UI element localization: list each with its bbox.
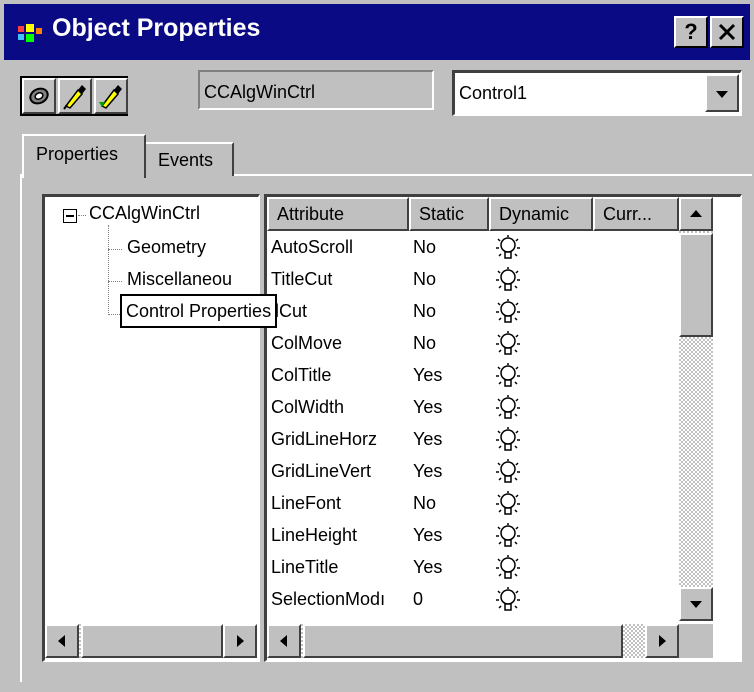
- static-value: No: [413, 493, 437, 513]
- object-name-value: Control1: [459, 83, 528, 103]
- static-value: Yes: [413, 461, 443, 481]
- tab-properties[interactable]: Properties: [22, 134, 146, 178]
- bulb-icon[interactable]: [495, 523, 521, 551]
- tab-events[interactable]: Events: [144, 142, 234, 176]
- tree-connector: [78, 215, 86, 216]
- bulb-icon[interactable]: [495, 235, 521, 263]
- attribute-name: TitleCut: [271, 269, 333, 289]
- static-value: Yes: [413, 429, 443, 449]
- scroll-left-button[interactable]: [267, 624, 301, 658]
- pin-button[interactable]: [22, 78, 56, 114]
- chevron-down-icon: [716, 91, 728, 98]
- static-value: 0: [413, 589, 424, 609]
- static-value: No: [413, 237, 437, 257]
- object-name-combobox[interactable]: Control1: [452, 70, 742, 116]
- arrow-left-icon: [58, 635, 65, 647]
- bulb-icon[interactable]: [495, 555, 521, 583]
- bulb-icon[interactable]: [495, 395, 521, 423]
- static-value: Yes: [413, 557, 443, 577]
- app-logo-icon: [18, 24, 42, 42]
- scroll-thumb[interactable]: [679, 233, 713, 337]
- static-value: No: [413, 301, 437, 321]
- attribute-name: LineHeight: [271, 525, 358, 545]
- scroll-down-button[interactable]: [679, 587, 713, 621]
- object-properties-window: Object Properties ? CCAlgWinCtrl Control…: [0, 0, 754, 692]
- tree-connector: [108, 249, 122, 250]
- scroll-left-button[interactable]: [45, 624, 79, 658]
- static-value: Yes: [413, 365, 443, 385]
- attribute-name: ColMove: [271, 333, 343, 353]
- tool-button-group: [20, 76, 128, 116]
- help-button[interactable]: ?: [674, 16, 708, 48]
- dropper-copy-button[interactable]: [58, 78, 92, 114]
- list-horizontal-scrollbar[interactable]: [267, 624, 679, 658]
- attribute-name: GridLineVert: [271, 461, 372, 481]
- arrow-right-icon: [659, 635, 666, 647]
- window-title: Object Properties: [52, 14, 261, 42]
- column-header-current[interactable]: Curr...: [593, 197, 679, 231]
- scroll-thumb[interactable]: [81, 624, 223, 658]
- scroll-right-button[interactable]: [645, 624, 679, 658]
- static-value: No: [413, 269, 437, 289]
- arrow-right-icon: [237, 635, 244, 647]
- object-type-field: CCAlgWinCtrl: [198, 70, 434, 110]
- scroll-up-button[interactable]: [679, 197, 713, 231]
- column-header-attribute[interactable]: Attribute: [267, 197, 409, 231]
- eyedropper-icon: [99, 85, 122, 109]
- static-value: Yes: [413, 525, 443, 545]
- tree-item-miscellaneous[interactable]: Miscellaneou: [127, 269, 259, 290]
- bulb-icon[interactable]: [495, 491, 521, 519]
- attribute-name: AutoScroll: [271, 237, 354, 257]
- title-bar[interactable]: Object Properties ?: [4, 4, 750, 60]
- list-vertical-scrollbar[interactable]: [679, 197, 713, 621]
- tab-events-label: Events: [158, 150, 214, 170]
- column-header-static[interactable]: Static: [409, 197, 489, 231]
- pin-icon: [29, 87, 49, 105]
- tree-horizontal-scrollbar[interactable]: [45, 624, 257, 658]
- close-button[interactable]: [710, 16, 744, 48]
- arrow-left-icon: [280, 635, 287, 647]
- scroll-thumb[interactable]: [303, 624, 623, 658]
- object-tree-view[interactable]: CCAlgWinCtrl Geometry Miscellaneou: [42, 194, 260, 662]
- arrow-up-icon: [690, 210, 702, 217]
- bulb-icon[interactable]: [495, 587, 521, 615]
- arrow-down-icon: [690, 601, 702, 608]
- tree-item-geometry[interactable]: Geometry: [127, 237, 206, 258]
- scrollbar-corner: [679, 624, 713, 658]
- bulb-icon[interactable]: [495, 363, 521, 391]
- tree-item-root[interactable]: CCAlgWinCtrl: [89, 203, 200, 224]
- attribute-rows: AutoScroll No TitleCut No llCut No ColMo…: [267, 233, 679, 621]
- dropper-paste-button[interactable]: [94, 78, 128, 114]
- bulb-icon[interactable]: [495, 267, 521, 295]
- attribute-name: GridLineHorz: [271, 429, 378, 449]
- bulb-icon[interactable]: [495, 331, 521, 359]
- attribute-name: SelectionModı: [271, 589, 386, 609]
- bulb-icon[interactable]: [495, 427, 521, 455]
- scroll-right-button[interactable]: [223, 624, 257, 658]
- tab-properties-label: Properties: [36, 144, 119, 164]
- tree-collapse-icon[interactable]: [63, 209, 77, 223]
- attribute-name: LineFont: [271, 493, 342, 513]
- bulb-icon[interactable]: [495, 299, 521, 327]
- static-value: No: [413, 333, 437, 353]
- object-type-text: CCAlgWinCtrl: [204, 82, 316, 102]
- close-icon: [718, 23, 736, 41]
- eyedropper-icon: [63, 85, 86, 110]
- attribute-name: LineTitle: [271, 557, 339, 577]
- tree-connector: [108, 225, 109, 315]
- combobox-dropdown-button[interactable]: [705, 74, 739, 112]
- bulb-icon[interactable]: [495, 459, 521, 487]
- attribute-name: ColWidth: [271, 397, 345, 417]
- tooltip: Control Properties: [120, 294, 278, 328]
- attribute-name: ColTitle: [271, 365, 332, 385]
- attribute-list[interactable]: Attribute Static Dynamic Curr... AutoScr…: [264, 194, 742, 662]
- column-header-dynamic[interactable]: Dynamic: [489, 197, 593, 231]
- static-value: Yes: [413, 397, 443, 417]
- tree-connector: [108, 281, 122, 282]
